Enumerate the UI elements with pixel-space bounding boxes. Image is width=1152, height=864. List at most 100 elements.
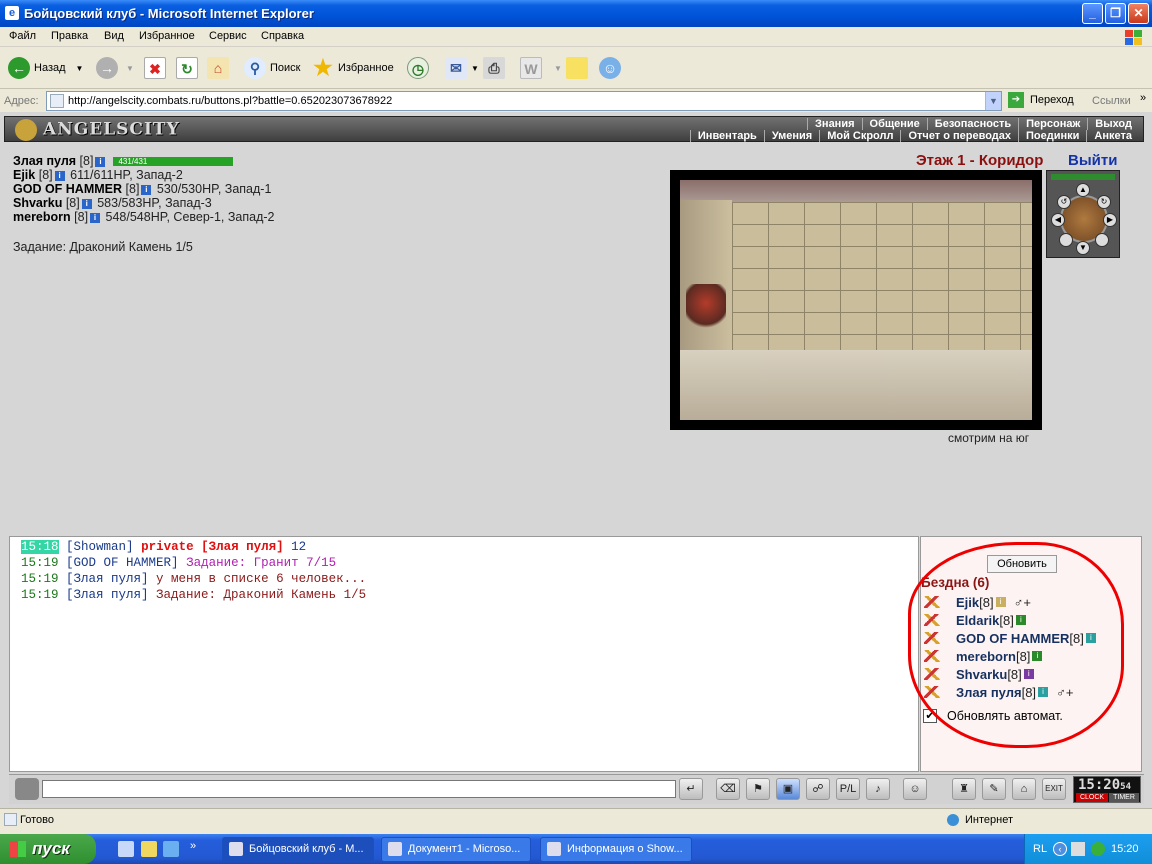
chevron-left-icon[interactable]: ‹ (1053, 842, 1067, 856)
task-word[interactable]: Документ1 - Microso... (381, 837, 531, 862)
menu-favorites[interactable]: Избранное (139, 30, 195, 42)
home-button[interactable]: ⌂ (207, 56, 233, 80)
bag-button[interactable]: ♜ (952, 778, 976, 800)
refresh-list-button[interactable]: Обновить (987, 555, 1057, 573)
menu-exit[interactable]: Выход (1087, 118, 1139, 130)
minimize-button[interactable]: _ (1082, 3, 1103, 24)
network-icon[interactable] (1071, 842, 1085, 856)
chevron-down-icon[interactable]: ▼ (126, 64, 134, 73)
menu-security[interactable]: Безопасность (926, 118, 1018, 130)
attack-icon[interactable] (924, 632, 942, 644)
clear-chat-button[interactable]: ⌫ (716, 778, 740, 800)
menu-communication[interactable]: Общение (861, 118, 927, 130)
chevron-right-icon[interactable]: » (190, 840, 196, 852)
clock-tab[interactable]: CLOCK (1076, 793, 1108, 802)
auto-refresh-checkbox[interactable]: ✔ (923, 709, 937, 723)
party-member-name[interactable]: Shvarku (13, 196, 62, 210)
strafe-right-button[interactable]: ▶ (1103, 213, 1117, 227)
user-name[interactable]: Shvarku (956, 667, 1007, 682)
user-name[interactable]: GOD OF HAMMER (956, 631, 1069, 646)
auto-refresh-toggle[interactable]: ✔ Обновлять автомат. (923, 709, 1063, 723)
turn-right-button[interactable]: ↻ (1097, 195, 1111, 209)
close-button[interactable]: ✕ (1128, 3, 1149, 24)
chevron-down-icon[interactable]: ▼ (554, 64, 562, 73)
menu-view[interactable]: Вид (104, 30, 124, 42)
attack-icon[interactable] (924, 614, 942, 626)
edit-button[interactable]: W ▼ (520, 56, 562, 80)
menu-my-scroll[interactable]: Мой Скролл (819, 130, 900, 142)
user-name[interactable]: Eldarik (956, 613, 999, 628)
info-icon[interactable]: i (1038, 687, 1049, 697)
refresh-button[interactable]: ↻ (176, 56, 202, 80)
info-icon[interactable]: i (1032, 651, 1043, 661)
search-button[interactable]: ⚲ Поиск (244, 56, 300, 80)
party-member-name[interactable]: GOD OF HAMMER (13, 182, 122, 196)
timer-tab[interactable]: TIMER (1109, 793, 1139, 802)
smiley-button[interactable]: ☺ (903, 778, 927, 800)
menu-battles[interactable]: Поединки (1018, 130, 1086, 142)
exit-door-button[interactable]: EXIT (1042, 778, 1066, 800)
menu-edit[interactable]: Правка (51, 30, 88, 42)
menu-file[interactable]: Файл (9, 30, 36, 42)
info-icon[interactable]: i (90, 212, 101, 223)
monster-figure[interactable] (686, 284, 726, 332)
address-url[interactable]: http://angelscity.combats.ru/buttons.pl?… (68, 95, 392, 107)
taskbar-clock[interactable]: 15:20 (1111, 843, 1139, 855)
menu-inventory[interactable]: Инвентарь (689, 130, 764, 142)
attack-icon[interactable] (924, 650, 942, 662)
info-icon[interactable]: i (141, 184, 152, 195)
chat-user[interactable]: [GOD OF HAMMER] (66, 556, 179, 570)
save-chat-button[interactable]: ▣ (776, 778, 800, 800)
strafe-left-button[interactable]: ◀ (1051, 213, 1065, 227)
send-button[interactable]: ↵ (679, 778, 703, 800)
translit-button[interactable]: P/L (836, 778, 860, 800)
tray-app-icon[interactable] (1091, 842, 1105, 856)
chat-log[interactable]: 15:18 [Showman] private [Злая пуля] 12 1… (9, 536, 919, 772)
info-icon[interactable]: i (995, 597, 1006, 607)
links-button[interactable]: Ссылки (1092, 95, 1131, 107)
stop-button[interactable]: ✖ (144, 56, 170, 80)
attack-icon[interactable] (924, 668, 942, 680)
speaker-head-icon[interactable] (15, 778, 39, 800)
menu-transfers[interactable]: Отчет о переводах (900, 130, 1018, 142)
address-input[interactable]: http://angelscity.combats.ru/buttons.pl?… (46, 91, 1002, 111)
user-name[interactable]: mereborn (956, 649, 1016, 664)
back-button[interactable]: ← Назад ▼ (8, 56, 83, 80)
maximize-button[interactable]: ❐ (1105, 3, 1126, 24)
mail-button[interactable]: ✉ ▼ (445, 56, 479, 80)
info-icon[interactable]: i (1023, 669, 1034, 679)
attack-icon[interactable] (924, 596, 942, 608)
discuss-button[interactable] (566, 56, 592, 80)
chevron-down-icon[interactable]: ▼ (471, 64, 479, 73)
menu-tools[interactable]: Сервис (209, 30, 247, 42)
start-button[interactable]: пуск (0, 834, 96, 864)
move-forward-button[interactable]: ▲ (1076, 183, 1090, 197)
menu-profile[interactable]: Анкета (1086, 130, 1139, 142)
chat-input[interactable] (42, 780, 676, 798)
history-button[interactable]: ◷ (407, 56, 433, 80)
user-name[interactable]: Ejik (956, 595, 979, 610)
forward-button[interactable]: → ▼ (96, 56, 134, 80)
action-button-1[interactable] (1059, 233, 1073, 247)
menu-skills[interactable]: Умения (763, 130, 819, 142)
turn-left-button[interactable]: ↺ (1057, 195, 1071, 209)
task-info[interactable]: Информация о Show... (540, 837, 692, 862)
task-ie[interactable]: Бойцовский клуб - М... (222, 837, 374, 862)
quicklaunch-desktop-icon[interactable] (118, 841, 134, 857)
go-button[interactable]: ➔ Переход (1008, 92, 1074, 108)
chat-user[interactable]: [Злая пуля] (66, 588, 149, 602)
chat-user[interactable]: [Злая пуля] (66, 572, 149, 586)
menu-knowledge[interactable]: Знания (807, 118, 861, 130)
quicklaunch-app-icon[interactable] (141, 841, 157, 857)
chat-private[interactable]: private [Злая пуля] (141, 540, 284, 554)
move-back-button[interactable]: ▼ (1076, 241, 1090, 255)
chevron-down-icon[interactable]: ▼ (985, 92, 1001, 110)
player-name[interactable]: Злая пуля (13, 154, 76, 168)
user-name[interactable]: Злая пуля (956, 685, 1022, 700)
language-indicator[interactable]: RL (1033, 843, 1047, 855)
party-member-name[interactable]: Ejik (13, 168, 35, 182)
print-button[interactable]: ⎙ (483, 56, 509, 80)
menu-help[interactable]: Справка (261, 30, 304, 42)
sound-button[interactable]: ♪ (866, 778, 890, 800)
action-button-2[interactable] (1095, 233, 1109, 247)
